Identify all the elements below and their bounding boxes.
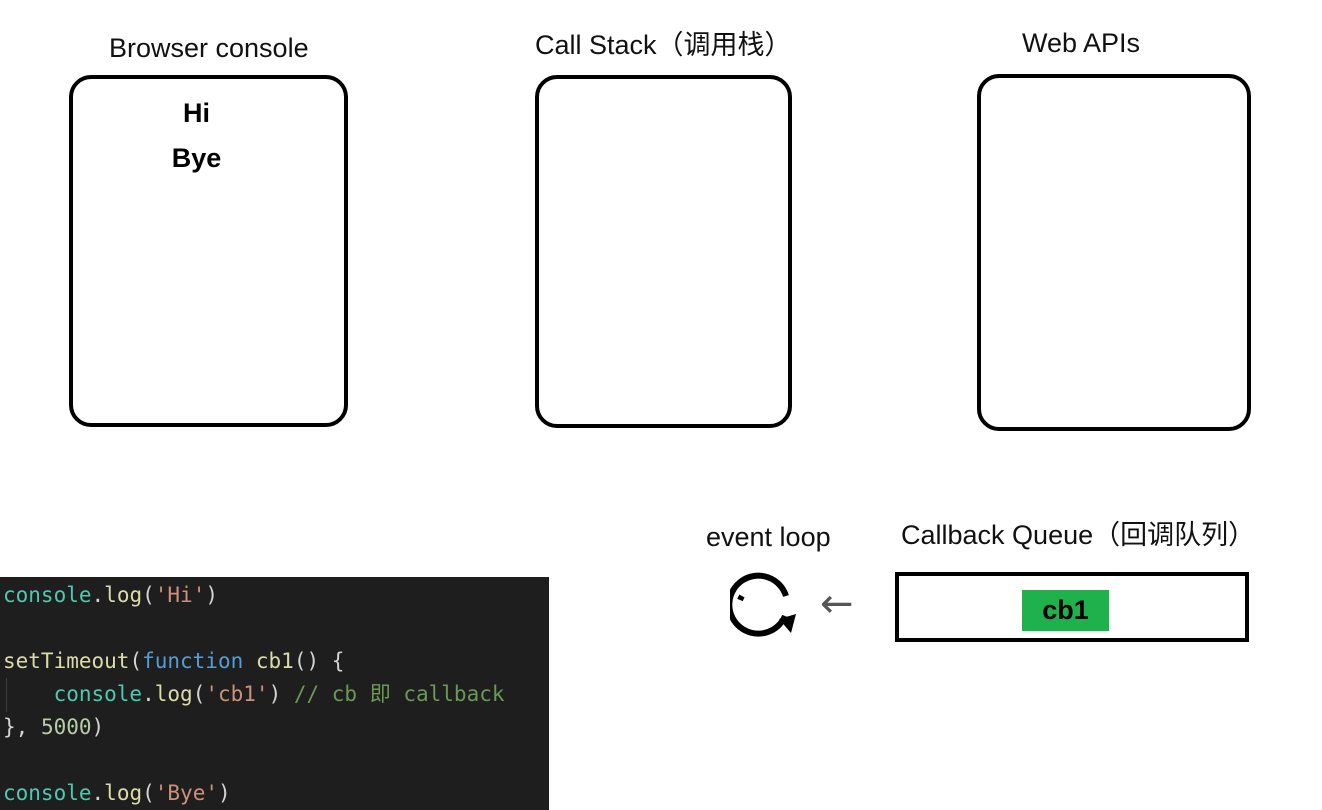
console-output-line: Hi <box>183 98 210 128</box>
refresh-loop-icon <box>730 572 796 637</box>
callback-queue-item: cb1 <box>1022 590 1109 631</box>
web-apis-panel <box>977 74 1251 431</box>
code-line: setTimeout(function cb1() { <box>3 649 345 673</box>
code-line: console.log('Bye') <box>3 781 231 805</box>
callback-queue-title: Callback Queue（回调队列） <box>901 520 1256 550</box>
code-line: console.log('cb1') // cb 即 callback <box>53 682 505 706</box>
console-output-line: Bye <box>171 143 222 173</box>
code-line: console.log('Hi') <box>3 583 218 607</box>
left-arrow-icon: ← <box>820 581 854 627</box>
call-stack-title: Call Stack（调用栈） <box>535 30 792 60</box>
browser-console-title: Browser console <box>109 33 309 63</box>
callback-queue-box: cb1 <box>895 572 1249 642</box>
call-stack-panel <box>535 75 792 428</box>
web-apis-title: Web APIs <box>1022 28 1141 58</box>
event-loop-label: event loop <box>706 522 831 552</box>
code-editor: console.log('Hi') setTimeout(function cb… <box>0 577 549 810</box>
code-line: }, 5000) <box>3 715 105 739</box>
browser-console-panel: Hi Bye <box>69 75 348 427</box>
